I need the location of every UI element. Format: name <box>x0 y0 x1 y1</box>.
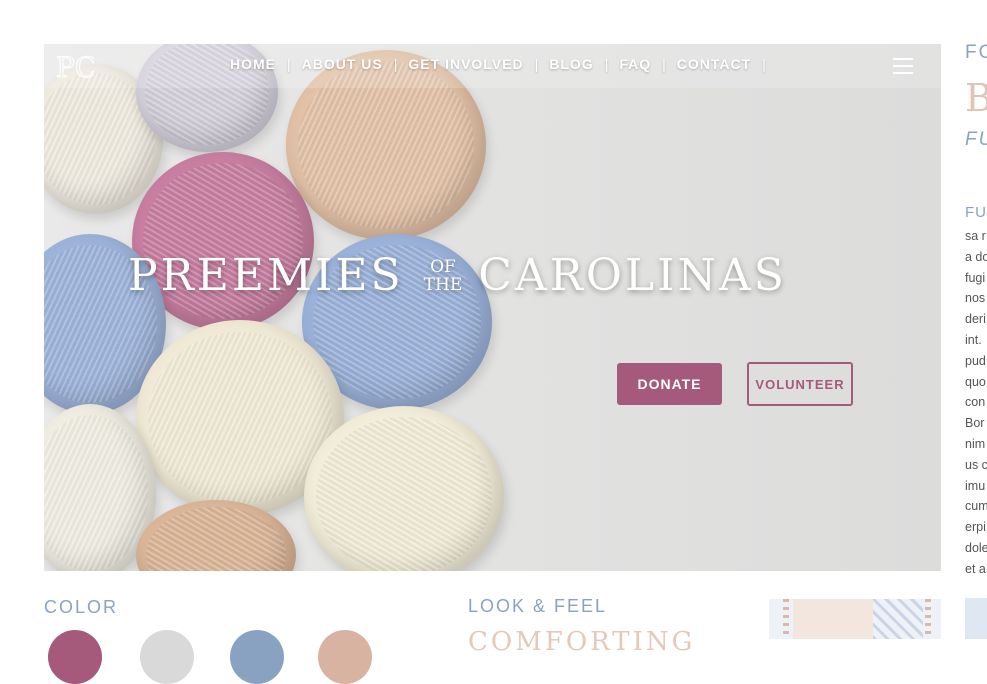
nav-blog[interactable]: BLOG <box>549 56 593 72</box>
color-section-label: COLOR <box>44 597 119 617</box>
color-swatch-blue <box>230 630 284 684</box>
strip-line: fugi <box>965 270 986 285</box>
strip-line: dole <box>965 540 987 555</box>
hero-title-the: THE <box>423 274 463 295</box>
nav-about-us[interactable]: ABOUT US <box>302 56 383 72</box>
strip-line: int. <box>965 332 982 347</box>
strip-line: con <box>965 395 986 410</box>
hero-title-carolinas: CAROLINAS <box>478 250 787 301</box>
strip-line: a do <box>965 249 987 264</box>
site-logo[interactable]: PC <box>54 50 96 84</box>
nav-separator: | <box>287 56 291 72</box>
strip-line: et a <box>965 561 986 576</box>
strip-line: deri <box>965 312 986 327</box>
nav-contact[interactable]: CONTACT <box>677 56 751 72</box>
strip-heading-1: FO <box>965 42 987 63</box>
nav-separator: | <box>662 56 666 72</box>
strip-line: us c <box>965 457 987 472</box>
strip-heading-4: FU <box>965 204 987 221</box>
nav-separator: | <box>762 56 766 72</box>
color-swatch-mauve <box>48 630 102 684</box>
strip-thumbnail <box>965 598 987 639</box>
comforting-heading: COMFORTING <box>468 627 696 657</box>
svg-text:PC: PC <box>56 51 94 84</box>
hero-title-of: OF <box>430 256 456 277</box>
strip-line: imu <box>965 478 986 493</box>
hero-title-of-the: OF THE <box>424 258 463 294</box>
hero-title-preemies: PREEMIES <box>128 250 404 301</box>
nav-separator: | <box>534 56 539 72</box>
strip-line: cum <box>965 499 987 514</box>
nav-separator: | <box>604 56 609 72</box>
look-feel-label: LOOK & FEEL <box>468 596 608 616</box>
strip-line: pud <box>965 353 986 368</box>
strip-line: erpi <box>965 520 986 535</box>
nav-separator: | <box>393 56 398 72</box>
color-swatch-peach <box>318 630 372 684</box>
hero-title: PREEMIES OF THE CAROLINAS <box>128 250 787 301</box>
strip-line: quo <box>965 374 986 389</box>
strip-line: nos <box>965 291 986 306</box>
hamburger-menu-icon[interactable] <box>893 58 913 74</box>
main-nav: HOME | ABOUT US | GET INVOLVED | BLOG | … <box>230 56 777 72</box>
strip-body-text: sa r a do fugi nos deri int. pud quo con… <box>965 226 987 580</box>
pattern-preview-image <box>769 599 941 639</box>
top-navbar: PC HOME | ABOUT US | GET INVOLVED | BLOG… <box>44 44 941 88</box>
strip-line: nim <box>965 436 986 451</box>
nav-home[interactable]: HOME <box>230 56 276 72</box>
strip-heading-3: FU <box>965 129 987 150</box>
volunteer-button[interactable]: VOLUNTEER <box>747 362 853 406</box>
color-swatch-gray <box>140 630 194 684</box>
strip-line: sa r <box>965 229 986 243</box>
nav-get-involved[interactable]: GET INVOLVED <box>408 56 523 72</box>
strip-heading-2: B <box>965 76 987 120</box>
nav-faq[interactable]: FAQ <box>619 56 651 72</box>
donate-button[interactable]: DONATE <box>617 363 722 405</box>
right-side-preview: FO B FU FU sa r a do fugi nos deri int. … <box>962 0 987 639</box>
hero-section: PC HOME | ABOUT US | GET INVOLVED | BLOG… <box>44 44 941 571</box>
strip-line: Bor <box>965 416 985 431</box>
